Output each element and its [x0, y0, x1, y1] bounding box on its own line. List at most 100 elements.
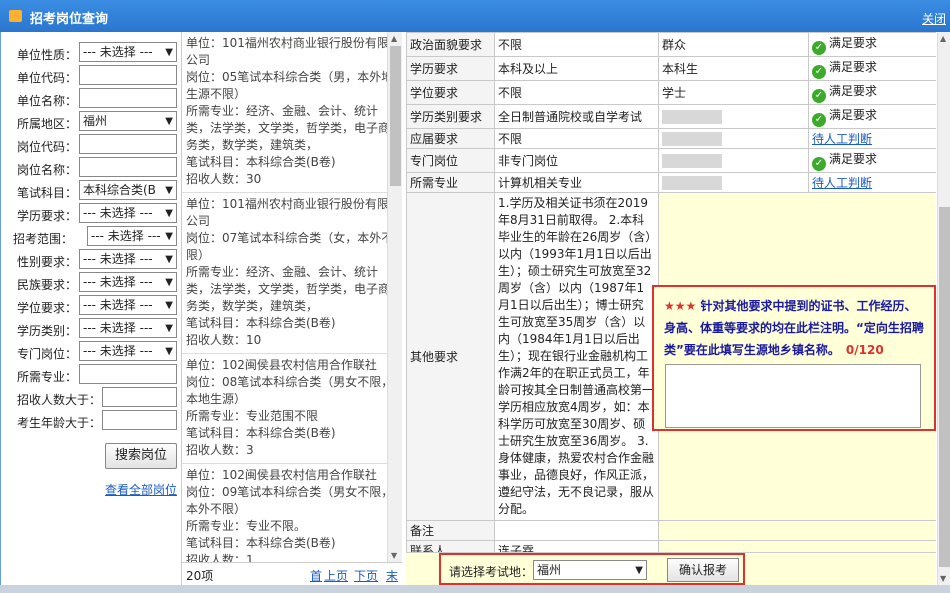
- row-label: 学位要求: [406, 80, 495, 105]
- field-select[interactable]: 福州 ▼: [79, 111, 177, 131]
- submit-box: 请选择考试地： 福州 ▼ 确认报考: [439, 553, 745, 585]
- match-status[interactable]: 待人工判断: [808, 128, 936, 149]
- applicant-value: [658, 128, 809, 149]
- confirm-apply-button[interactable]: 确认报考: [667, 558, 739, 582]
- search-form: 搜索岗位 查看全部岗位 单位性质： --- 未选择 --- ▼ 单位代码： 单位名称：所…: [1, 32, 182, 585]
- field-input[interactable]: [79, 134, 177, 154]
- result-subject: 笔试科目：本科综合类(B卷): [186, 316, 336, 330]
- detail-scrollbar[interactable]: ▲ ▼: [937, 32, 950, 585]
- field-select[interactable]: 本科综合类(B ▼: [79, 180, 177, 200]
- detail-row: 应届要求 不限 待人工判断: [406, 128, 936, 149]
- list-scroll-thumb[interactable]: [390, 46, 401, 186]
- result-major: 所需专业：专业不限。: [186, 519, 307, 533]
- field-select[interactable]: --- 未选择 --- ▼: [79, 42, 177, 62]
- row-label: 专门岗位: [406, 148, 495, 173]
- list-scrollbar[interactable]: ▲ ▼: [387, 32, 402, 562]
- result-subject: 笔试科目：本科综合类(B卷): [186, 426, 336, 440]
- note-instructions: 针对其他要求中提到的证书、工作经历、身高、体重等要求的均在此栏注明。“定向生招聘…: [664, 299, 924, 357]
- check-icon: ✓: [812, 41, 826, 55]
- detail-row: 所需专业 计算机相关专业 待人工判断: [406, 172, 936, 193]
- close-link[interactable]: 关闭: [922, 10, 946, 27]
- manual-review-link[interactable]: 待人工判断: [812, 176, 872, 190]
- field-select[interactable]: --- 未选择 --- ▼: [87, 226, 177, 246]
- detail-row: 学历要求 本科及以上 本科生 ✓ 满足要求: [406, 56, 936, 81]
- field-input[interactable]: [102, 387, 177, 407]
- field-select[interactable]: --- 未选择 --- ▼: [79, 272, 177, 292]
- field-label: 单位代码：: [17, 71, 78, 85]
- status-text: 满足要求: [829, 108, 878, 122]
- next-page-link[interactable]: 下页: [354, 567, 378, 584]
- field-select[interactable]: --- 未选择 --- ▼: [79, 318, 177, 338]
- field-input[interactable]: [79, 88, 177, 108]
- prev-page-link[interactable]: 上页: [324, 567, 348, 584]
- field-select[interactable]: --- 未选择 --- ▼: [79, 341, 177, 361]
- result-unit: 单位：101福州农村商业银行股份有限公司: [186, 197, 389, 228]
- window-icon: [9, 10, 22, 22]
- scroll-down-icon[interactable]: ▼: [391, 551, 397, 560]
- dropdown-arrow-icon: ▼: [165, 277, 173, 288]
- scroll-up-icon[interactable]: ▲: [940, 34, 946, 43]
- scroll-down-icon[interactable]: ▼: [940, 574, 946, 583]
- char-count: 0/120: [845, 343, 884, 357]
- field-select[interactable]: --- 未选择 --- ▼: [79, 295, 177, 315]
- pager: 20项 首 上页 下页 末: [182, 562, 402, 585]
- manual-review-link[interactable]: 待人工判断: [812, 132, 872, 146]
- field-label: 所属地区：: [17, 117, 78, 131]
- requirement-value: 不限: [494, 80, 659, 105]
- applicant-value: 本科生: [658, 56, 809, 81]
- result-count: 招收人数：30: [186, 172, 262, 186]
- field-input[interactable]: [79, 65, 177, 85]
- view-all-link[interactable]: 查看全部岗位: [105, 481, 177, 498]
- match-status: ✓ 满足要求: [808, 104, 936, 129]
- blank-cell: [658, 520, 936, 541]
- first-page-link[interactable]: 首: [310, 567, 322, 584]
- result-item[interactable]: 单位：101福州农村商业银行股份有限公司 岗位：07笔试本科综合类（女，本外不限）…: [182, 193, 402, 354]
- dropdown-arrow-icon: ▼: [165, 185, 173, 196]
- field-label: 性别要求：: [17, 255, 78, 269]
- field-select[interactable]: --- 未选择 --- ▼: [79, 249, 177, 269]
- applicant-value: [658, 104, 809, 129]
- result-post: 岗位：08笔试本科综合类（男女不限，本地生源）: [186, 375, 394, 406]
- note-text: ★★★ 针对其他要求中提到的证书、工作经历、身高、体重等要求的均在此栏注明。“定…: [664, 295, 924, 361]
- note-textarea[interactable]: [665, 364, 921, 428]
- dialog-body: 搜索岗位 查看全部岗位 单位性质： --- 未选择 --- ▼ 单位代码： 单位名称：所…: [0, 32, 950, 585]
- result-item[interactable]: 单位：102闽侯县农村信用合作联社 岗位：08笔试本科综合类（男女不限，本地生源）…: [182, 354, 402, 464]
- requirement-value: 非专门岗位: [494, 148, 659, 173]
- form-row: 考生年龄大于：: [1, 410, 182, 432]
- result-major: 所需专业：经济、金融、会计、统计类，法学类，文学类，哲学类，电子商务类，数学类，…: [186, 104, 391, 152]
- remark-row: 备注: [406, 520, 936, 541]
- match-status[interactable]: 待人工判断: [808, 172, 936, 193]
- result-unit: 单位：101福州农村商业银行股份有限公司: [186, 36, 389, 67]
- result-count: 招收人数：3: [186, 443, 254, 457]
- dropdown-arrow-icon: ▼: [165, 254, 173, 265]
- note-box: ★★★ 针对其他要求中提到的证书、工作经历、身高、体重等要求的均在此栏注明。“定…: [652, 285, 936, 431]
- note-stars: ★★★: [664, 299, 697, 313]
- result-item[interactable]: 单位：101福州农村商业银行股份有限公司 岗位：05笔试本科综合类（男，本外地生源…: [182, 32, 402, 193]
- scroll-up-icon[interactable]: ▲: [391, 34, 397, 43]
- result-count: 招收人数：10: [186, 333, 262, 347]
- field-label: 单位名称：: [17, 94, 78, 108]
- row-label: 所需专业: [406, 172, 495, 193]
- redacted-value: [662, 175, 722, 190]
- search-button[interactable]: 搜索岗位: [105, 443, 177, 469]
- check-icon: ✓: [812, 89, 826, 103]
- field-label: 招收人数大于：: [17, 393, 102, 407]
- field-input[interactable]: [79, 364, 177, 384]
- result-unit: 单位：102闽侯县农村信用合作联社: [186, 468, 377, 482]
- check-icon: ✓: [812, 65, 826, 79]
- last-page-link[interactable]: 末: [386, 567, 398, 584]
- check-icon: ✓: [812, 113, 826, 127]
- form-row: 岗位代码：: [1, 134, 182, 156]
- field-label: 民族要求：: [17, 278, 78, 292]
- field-input[interactable]: [79, 157, 177, 177]
- result-item[interactable]: 单位：102闽侯县农村信用合作联社 岗位：09笔试本科综合类（男女不限，本外不限）…: [182, 464, 402, 562]
- detail-scroll-thumb[interactable]: [939, 207, 950, 567]
- requirement-value: 不限: [494, 128, 659, 149]
- requirement-value: 不限: [494, 32, 659, 57]
- exam-location-select[interactable]: 福州 ▼: [533, 560, 647, 580]
- form-row: 岗位名称：: [1, 157, 182, 179]
- match-status: ✓ 满足要求: [808, 32, 936, 57]
- field-select[interactable]: --- 未选择 --- ▼: [79, 203, 177, 223]
- check-icon: ✓: [812, 157, 826, 171]
- field-input[interactable]: [102, 410, 177, 430]
